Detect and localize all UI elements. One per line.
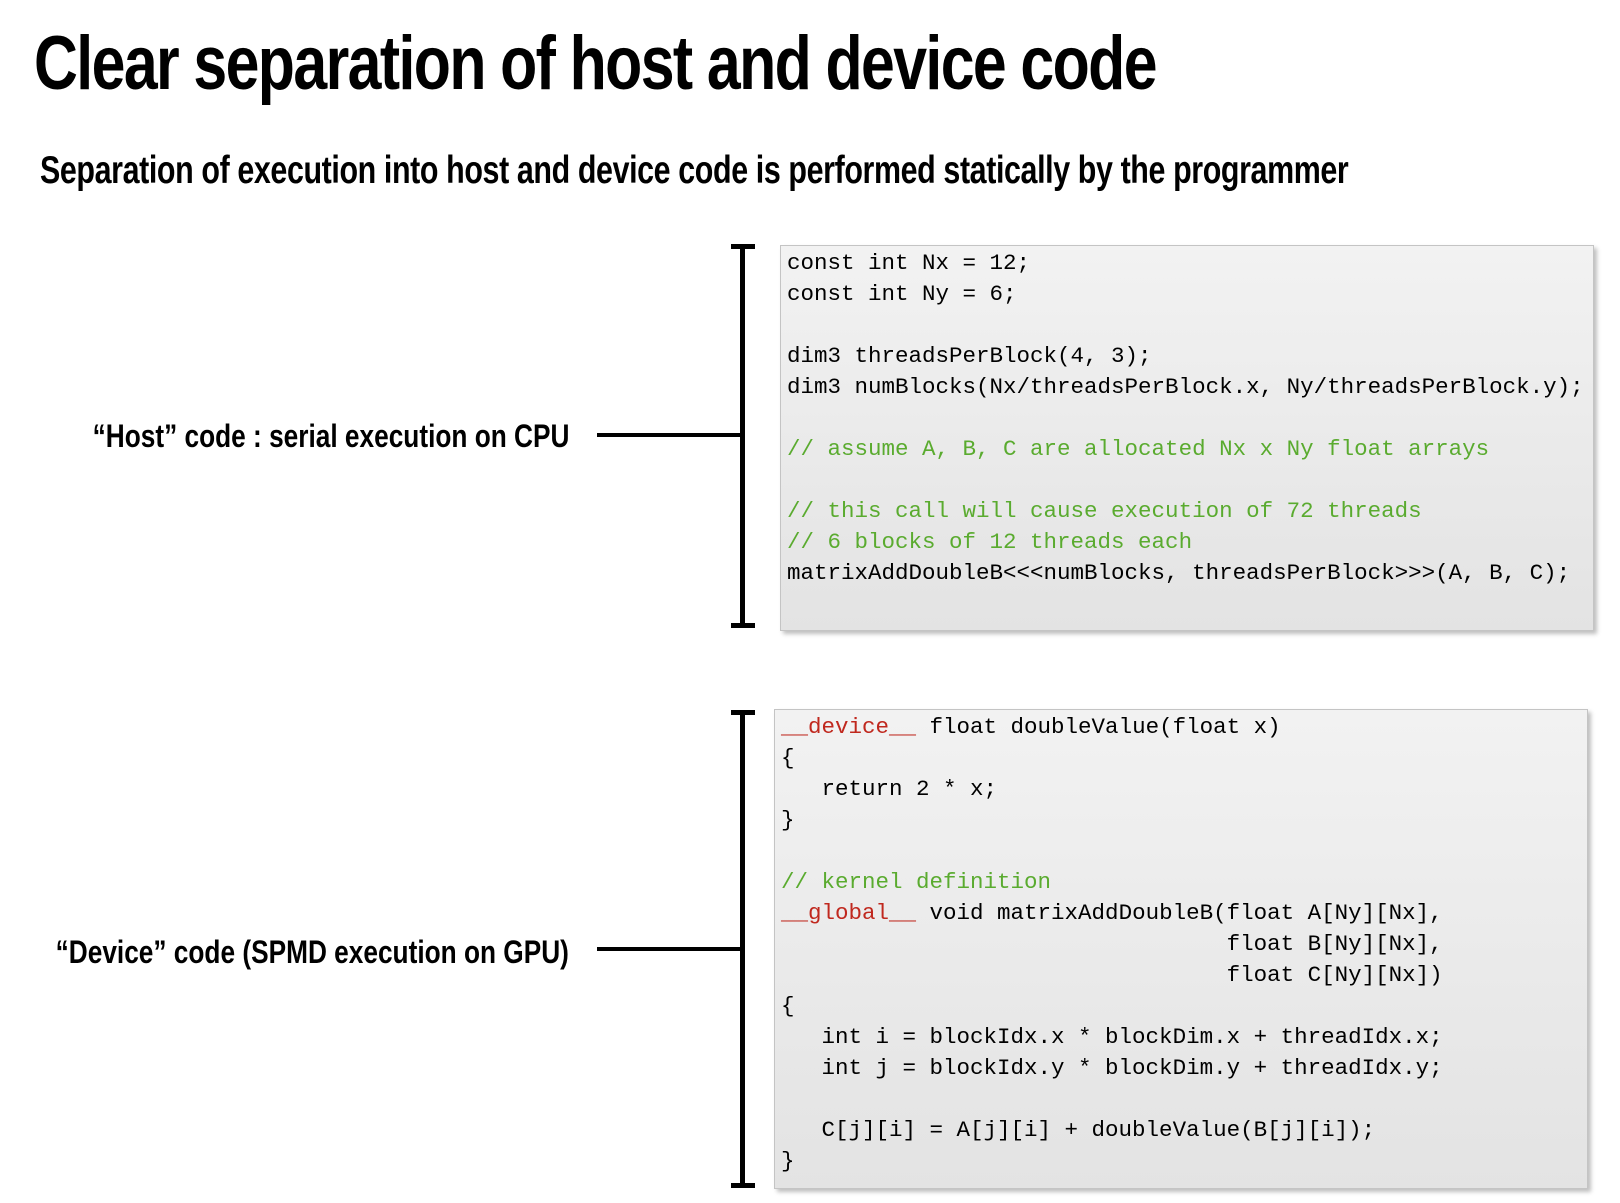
- device-code-block: __device__ float doubleValue(float x) { r…: [774, 709, 1588, 1189]
- host-bracket-top-cap: [731, 244, 755, 249]
- code-line: float B[Ny][Nx],: [781, 931, 1443, 957]
- code-line: dim3 threadsPerBlock(4, 3);: [787, 343, 1152, 369]
- device-bracket: [740, 712, 745, 1188]
- code-comment: // this call will cause execution of 72 …: [787, 498, 1422, 524]
- device-code-label: “Device” code (SPMD execution on GPU): [55, 934, 569, 970]
- code-comment: // assume A, B, C are allocated Nx x Ny …: [787, 436, 1490, 462]
- host-code-block: const int Nx = 12; const int Ny = 6; dim3 …: [780, 245, 1594, 631]
- code-comment: // 6 blocks of 12 threads each: [787, 529, 1193, 555]
- device-bracket-bottom-cap: [731, 1183, 755, 1188]
- code-line: __global__ void matrixAddDoubleB(float A…: [781, 900, 1443, 926]
- device-connector-line: [597, 947, 741, 951]
- host-bracket-bottom-cap: [731, 623, 755, 628]
- code-line: int j = blockIdx.y * blockDim.y + thread…: [781, 1055, 1443, 1081]
- slide-title: Clear separation of host and device code: [34, 21, 1158, 106]
- code-line: const int Nx = 12;: [787, 250, 1031, 276]
- code-line: C[j][i] = A[j][i] + doubleValue(B[j][i])…: [781, 1117, 1376, 1143]
- host-connector-line: [597, 433, 741, 437]
- slide-subtitle: Separation of execution into host and de…: [40, 149, 1349, 192]
- code-line: return 2 * x;: [781, 776, 998, 802]
- code-line: }: [781, 807, 795, 833]
- code-line: }: [781, 1148, 795, 1174]
- code-line: const int Ny = 6;: [787, 281, 1017, 307]
- code-line: matrixAddDoubleB<<<numBlocks, threadsPer…: [787, 560, 1571, 586]
- host-bracket: [740, 246, 745, 628]
- code-line: __device__ float doubleValue(float x): [781, 714, 1281, 740]
- code-line: dim3 numBlocks(Nx/threadsPerBlock.x, Ny/…: [787, 374, 1584, 400]
- device-keyword: __device__: [781, 714, 917, 740]
- code-line: {: [781, 745, 795, 771]
- device-bracket-top-cap: [731, 710, 755, 715]
- code-comment: // kernel definition: [781, 869, 1052, 895]
- code-line: float C[Ny][Nx]): [781, 962, 1443, 988]
- code-line: int i = blockIdx.x * blockDim.x + thread…: [781, 1024, 1443, 1050]
- host-code-label: “Host” code : serial execution on CPU: [92, 418, 569, 454]
- global-keyword: __global__: [781, 900, 917, 926]
- code-line: {: [781, 993, 795, 1019]
